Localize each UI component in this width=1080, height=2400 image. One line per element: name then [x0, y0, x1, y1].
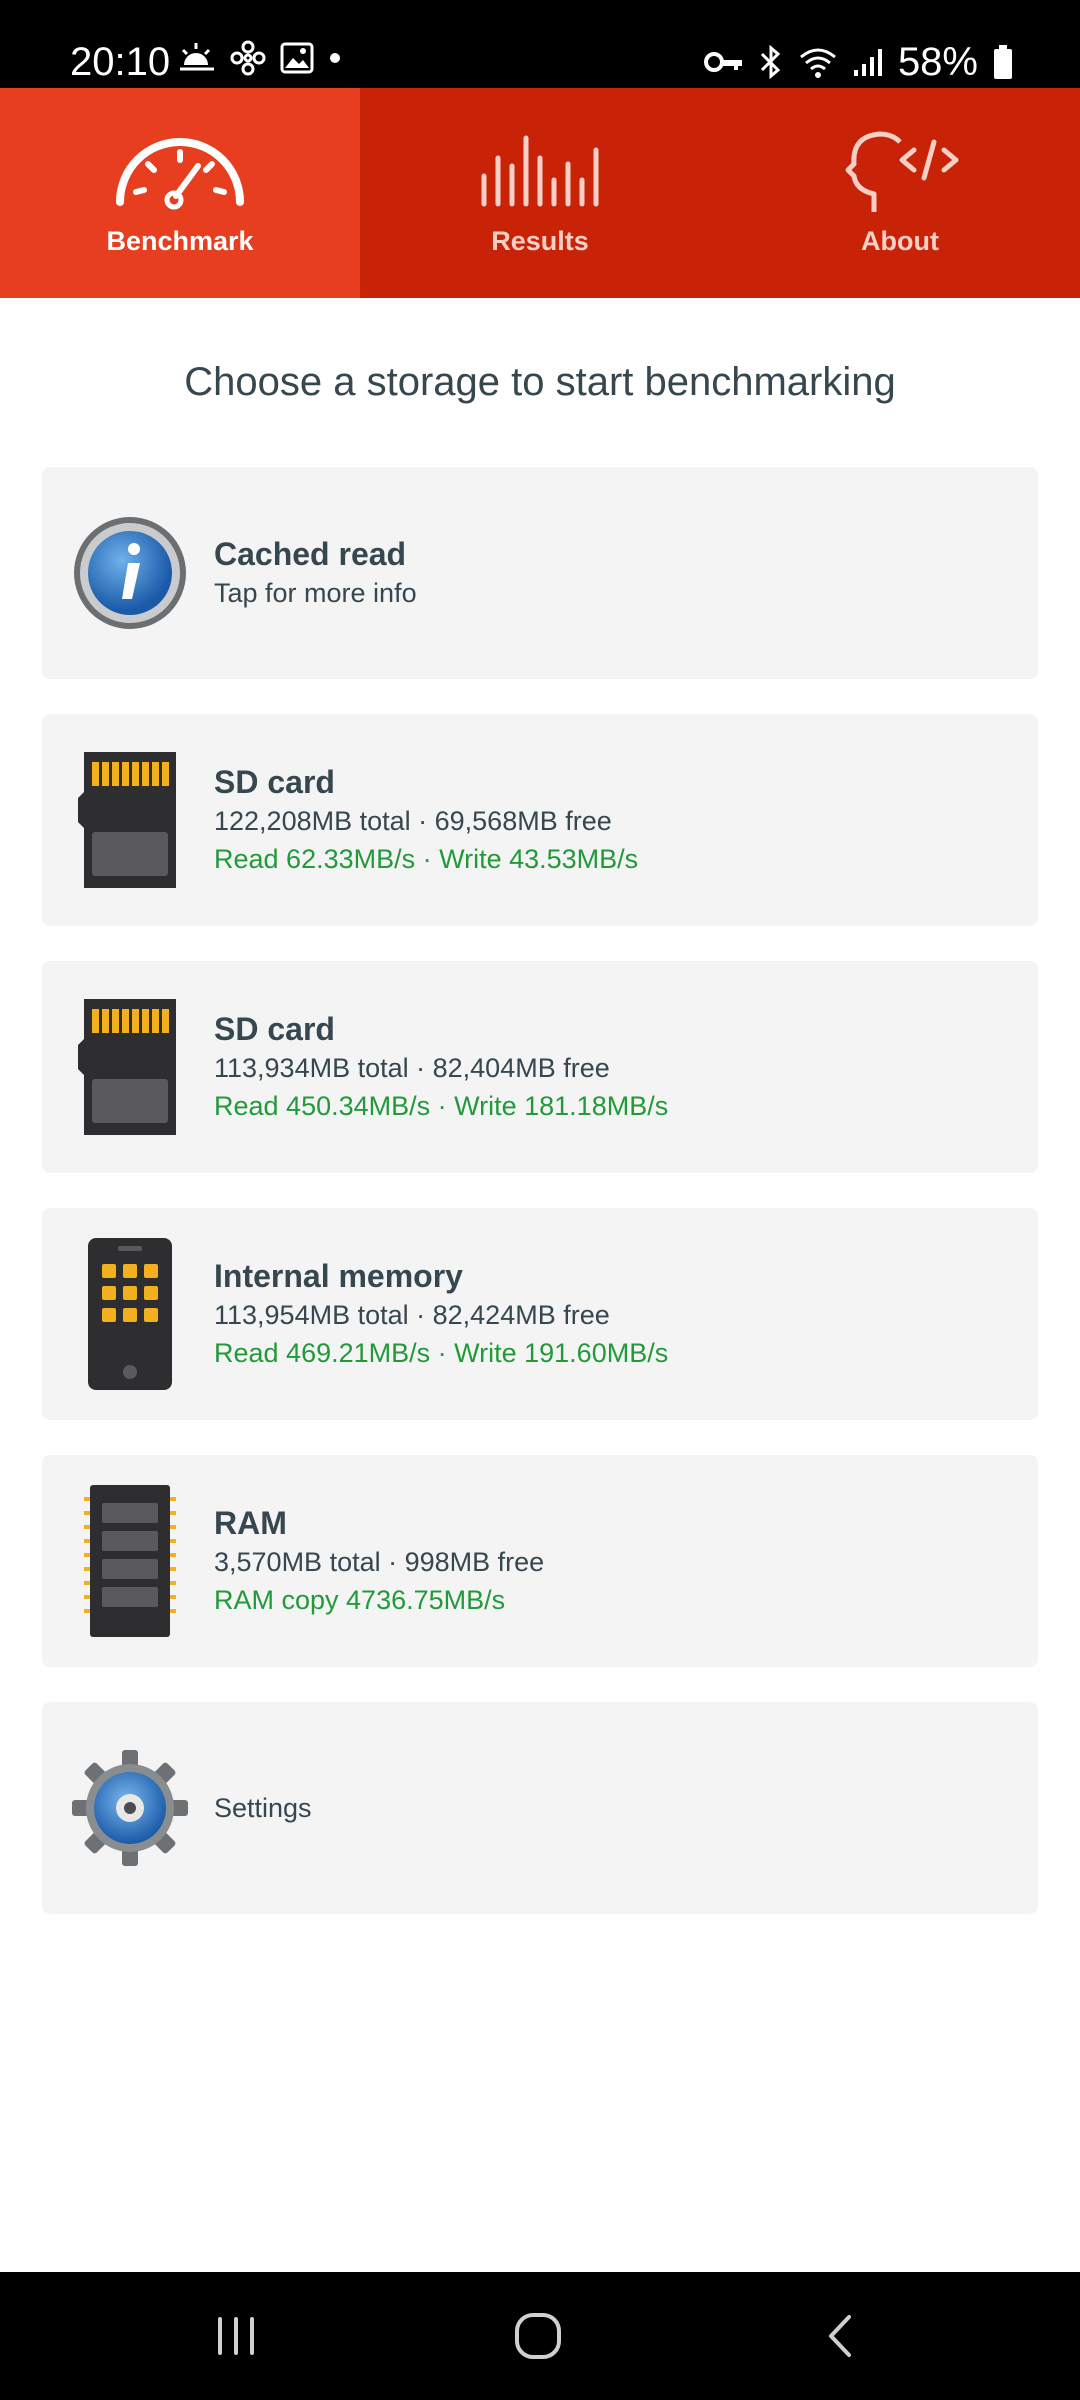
- card-details: 113,934MB total · 82,404MB free: [214, 1053, 610, 1083]
- signal-icon: [853, 49, 882, 76]
- recents-button[interactable]: [156, 2272, 316, 2400]
- weather-icon: [180, 43, 214, 71]
- card-details: 122,208MB total · 69,568MB free: [214, 806, 612, 836]
- sd-card-icon: [78, 752, 176, 888]
- dot-icon: [330, 53, 340, 63]
- info-icon: [74, 517, 186, 629]
- home-button[interactable]: [458, 2272, 618, 2400]
- card-speed: RAM copy 4736.75MB/s: [214, 1585, 506, 1615]
- card-title: RAM: [214, 1505, 287, 1541]
- status-bar: 20:10 58%: [0, 0, 1080, 88]
- navigation-bar: [0, 2272, 1080, 2400]
- card-speed: Read 62.33MB/s · Write 43.53MB/s: [214, 844, 639, 874]
- status-time: 20:10: [70, 40, 171, 84]
- card-title: SD card: [214, 764, 335, 800]
- tab-benchmark-label: Benchmark: [106, 226, 254, 256]
- card-settings[interactable]: Settings: [42, 1702, 1038, 1914]
- bars-icon: [481, 135, 599, 207]
- settings-label: Settings: [214, 1792, 312, 1823]
- sd-card-icon: [78, 999, 176, 1135]
- head-code-icon: [845, 131, 959, 212]
- tab-results[interactable]: Results: [360, 88, 720, 298]
- speedometer-icon: [116, 138, 244, 210]
- battery-percent: 58%: [897, 40, 978, 84]
- card-cached-read[interactable]: Cached read Tap for more info: [42, 467, 1038, 679]
- card-sd-card-2[interactable]: SD card 113,934MB total · 82,404MB free …: [42, 961, 1038, 1173]
- tab-bar: Benchmark Results About: [0, 88, 1080, 298]
- home-icon: [515, 2313, 561, 2359]
- back-icon: [829, 2315, 851, 2357]
- recents-icon: [218, 2317, 254, 2355]
- card-details: 113,954MB total · 82,424MB free: [214, 1300, 610, 1330]
- tab-about[interactable]: About: [720, 88, 1080, 298]
- wifi-icon: [799, 48, 836, 78]
- phone-icon: [88, 1238, 172, 1390]
- image-icon: [280, 42, 314, 74]
- tab-benchmark[interactable]: Benchmark: [0, 88, 360, 298]
- card-title: Internal memory: [214, 1258, 463, 1294]
- key-icon: [703, 52, 742, 72]
- battery-icon: [994, 45, 1012, 79]
- card-title: SD card: [214, 1011, 335, 1047]
- card-sd-card-1[interactable]: SD card 122,208MB total · 69,568MB free …: [42, 714, 1038, 926]
- bluetooth-icon: [760, 44, 781, 80]
- gear-icon: [72, 1750, 188, 1866]
- card-title: Cached read: [214, 536, 407, 572]
- card-speed: Read 469.21MB/s · Write 191.60MB/s: [214, 1338, 669, 1368]
- card-internal-memory[interactable]: Internal memory 113,954MB total · 82,424…: [42, 1208, 1038, 1420]
- ram-icon: [84, 1485, 176, 1637]
- tab-results-label: Results: [491, 226, 589, 256]
- page-heading: Choose a storage to start benchmarking: [184, 360, 896, 404]
- tab-about-label: About: [861, 226, 939, 256]
- fan-icon: [230, 40, 266, 76]
- card-ram[interactable]: RAM 3,570MB total · 998MB free RAM copy …: [42, 1455, 1038, 1667]
- card-subtitle: Tap for more info: [214, 578, 417, 608]
- back-button[interactable]: [760, 2272, 920, 2400]
- card-details: 3,570MB total · 998MB free: [214, 1547, 545, 1577]
- card-speed: Read 450.34MB/s · Write 181.18MB/s: [214, 1091, 669, 1121]
